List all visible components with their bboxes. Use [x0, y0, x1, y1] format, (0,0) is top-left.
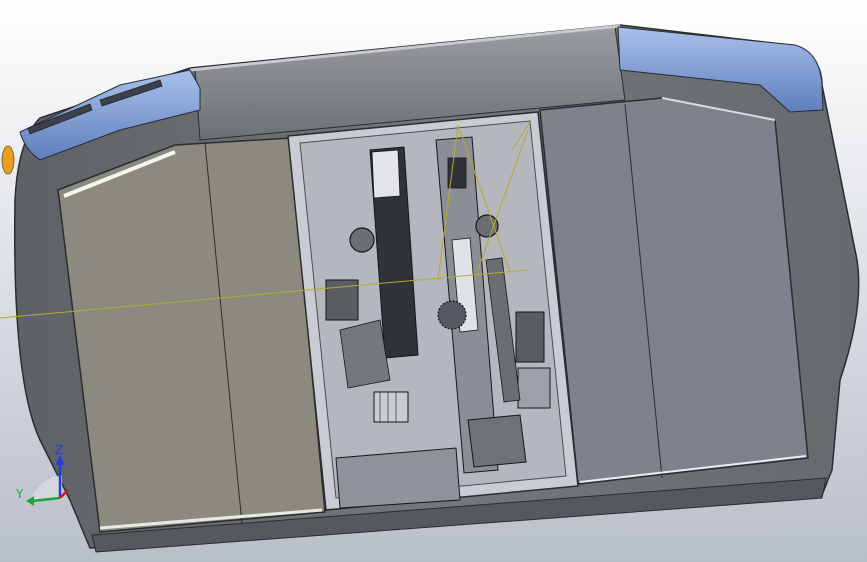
- left-side-panel[interactable]: [57, 137, 326, 533]
- left-pulley: [349, 227, 375, 253]
- enclosure-model[interactable]: [0, 24, 860, 553]
- right-motor: [515, 311, 545, 363]
- drive-gear: [437, 300, 467, 330]
- left-column-face: [371, 149, 401, 199]
- status-indicator-light: [1, 145, 15, 175]
- y-axis-label: Y: [15, 487, 24, 501]
- lower-arm: [467, 414, 527, 468]
- spring-cylinder: [373, 391, 409, 423]
- right-bracket: [517, 367, 551, 409]
- base-block: [335, 447, 461, 509]
- cad-viewport[interactable]: Z Y: [0, 0, 867, 562]
- upper-pulley: [475, 214, 499, 238]
- z-axis-label: Z: [55, 443, 63, 457]
- right-side-panel[interactable]: [539, 97, 809, 485]
